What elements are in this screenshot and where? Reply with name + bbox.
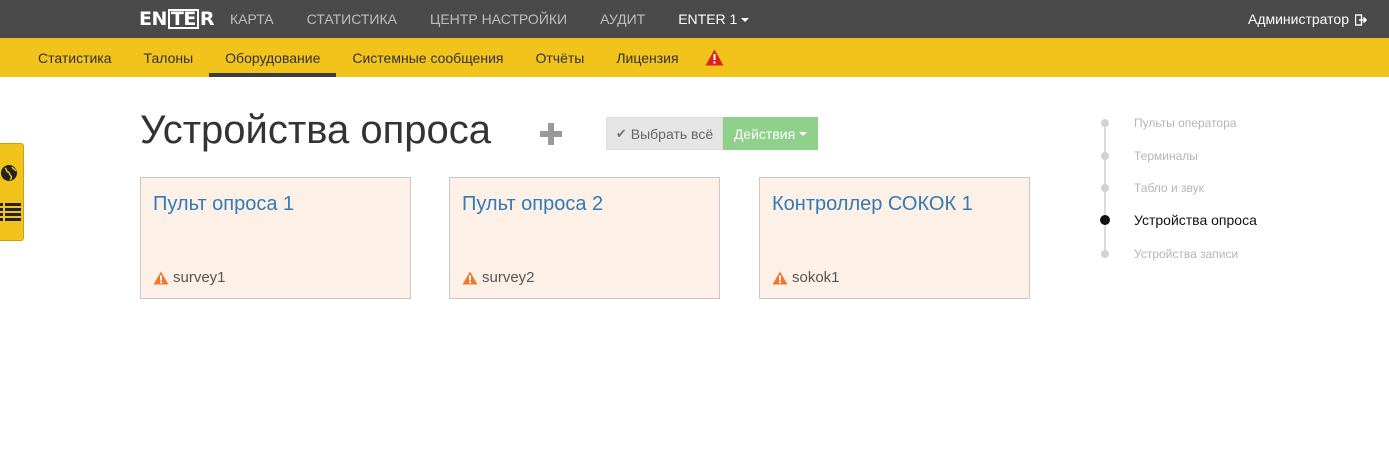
device-card[interactable]: Контроллер СОКОК 1 sokok1 bbox=[759, 177, 1030, 299]
side-toolbar bbox=[0, 143, 24, 241]
sub-nav-menu: Статистика Талоны Оборудование Системные… bbox=[22, 38, 734, 77]
sub-nav-system-messages[interactable]: Системные сообщения bbox=[336, 38, 519, 77]
top-nav-audit[interactable]: АУДИТ bbox=[600, 11, 645, 27]
timeline-item-recording-devices[interactable]: Устройства записи bbox=[1100, 245, 1300, 263]
user-menu[interactable]: Администратор bbox=[1247, 0, 1368, 38]
warning-icon bbox=[153, 271, 169, 284]
timeline-item-displays-sound[interactable]: Табло и звук bbox=[1100, 179, 1300, 197]
device-card-name[interactable]: Контроллер СОКОК 1 bbox=[772, 193, 973, 216]
timeline-item-operator-consoles[interactable]: Пульты оператора bbox=[1100, 114, 1300, 132]
sub-navbar: Статистика Талоны Оборудование Системные… bbox=[0, 38, 1389, 77]
globe-icon[interactable] bbox=[0, 164, 18, 187]
top-nav-map[interactable]: КАРТА bbox=[230, 11, 274, 27]
device-card-name[interactable]: Пульт опроса 2 bbox=[462, 193, 603, 216]
top-nav-statistics[interactable]: СТАТИСТИКА bbox=[307, 11, 397, 27]
timeline-item-terminals[interactable]: Терминалы bbox=[1100, 147, 1300, 165]
enter-logo[interactable]: EN TE R bbox=[139, 8, 214, 30]
device-code-text: survey1 bbox=[173, 269, 226, 286]
select-all-button[interactable]: ✔ Выбрать всё bbox=[606, 117, 723, 150]
logout-icon[interactable] bbox=[1354, 13, 1368, 26]
top-nav-settings-center[interactable]: ЦЕНТР НАСТРОЙКИ bbox=[430, 11, 567, 27]
timeline-item-survey-devices[interactable]: Устройства опроса bbox=[1100, 211, 1300, 229]
sub-nav-tickets[interactable]: Талоны bbox=[128, 38, 210, 77]
top-nav-menu: КАРТА СТАТИСТИКА ЦЕНТР НАСТРОЙКИ АУДИТ E… bbox=[230, 0, 782, 44]
actions-dropdown-button[interactable]: Действия bbox=[723, 117, 818, 150]
device-card-code: survey2 bbox=[462, 269, 535, 286]
timeline-label: Табло и звук bbox=[1134, 181, 1204, 195]
plus-icon[interactable] bbox=[540, 123, 562, 145]
list-icon[interactable] bbox=[0, 202, 21, 227]
logo-text-box: TE bbox=[167, 9, 199, 29]
device-card-code: survey1 bbox=[153, 269, 226, 286]
timeline-label: Терминалы bbox=[1134, 149, 1198, 163]
timeline-dot bbox=[1101, 119, 1109, 127]
sub-nav-statistics[interactable]: Статистика bbox=[22, 38, 128, 77]
timeline-dot bbox=[1101, 152, 1109, 160]
chevron-down-icon bbox=[799, 131, 808, 136]
warning-icon bbox=[462, 271, 478, 284]
check-icon: ✔ bbox=[615, 125, 627, 141]
sub-nav-reports[interactable]: Отчёты bbox=[519, 38, 600, 77]
page-title: Устройства опроса bbox=[140, 108, 492, 152]
top-nav-enter1-label: ENTER 1 bbox=[678, 11, 738, 27]
device-code-text: survey2 bbox=[482, 269, 535, 286]
device-card-name[interactable]: Пульт опроса 1 bbox=[153, 193, 294, 216]
top-nav-enter1-dropdown[interactable]: ENTER 1 bbox=[678, 11, 750, 44]
timeline-dot bbox=[1100, 215, 1110, 225]
timeline-label: Устройства записи bbox=[1134, 247, 1239, 261]
device-card[interactable]: Пульт опроса 1 survey1 bbox=[140, 177, 411, 299]
sub-nav-equipment[interactable]: Оборудование bbox=[209, 38, 337, 77]
logo-text-end: R bbox=[199, 8, 215, 30]
timeline-label: Пульты оператора bbox=[1134, 116, 1237, 130]
top-navbar: EN TE R КАРТА СТАТИСТИКА ЦЕНТР НАСТРОЙКИ А… bbox=[0, 0, 1389, 44]
device-code-text: sokok1 bbox=[792, 269, 840, 286]
device-card[interactable]: Пульт опроса 2 survey2 bbox=[449, 177, 720, 299]
logo-text-start: EN bbox=[139, 8, 167, 30]
timeline-dot bbox=[1101, 184, 1109, 192]
warning-triangle-icon[interactable] bbox=[695, 38, 734, 77]
warning-icon bbox=[772, 271, 788, 284]
timeline-dot bbox=[1101, 250, 1109, 258]
device-card-code: sokok1 bbox=[772, 269, 840, 286]
user-name: Администратор bbox=[1247, 11, 1349, 27]
section-timeline-nav: Пульты оператора Терминалы Табло и звук … bbox=[1100, 114, 1340, 264]
chevron-down-icon bbox=[741, 18, 750, 23]
select-all-label: Выбрать всё bbox=[630, 125, 714, 142]
actions-label: Действия bbox=[733, 125, 796, 142]
sub-nav-license[interactable]: Лицензия bbox=[600, 38, 694, 77]
timeline-label: Устройства опроса bbox=[1134, 212, 1257, 228]
